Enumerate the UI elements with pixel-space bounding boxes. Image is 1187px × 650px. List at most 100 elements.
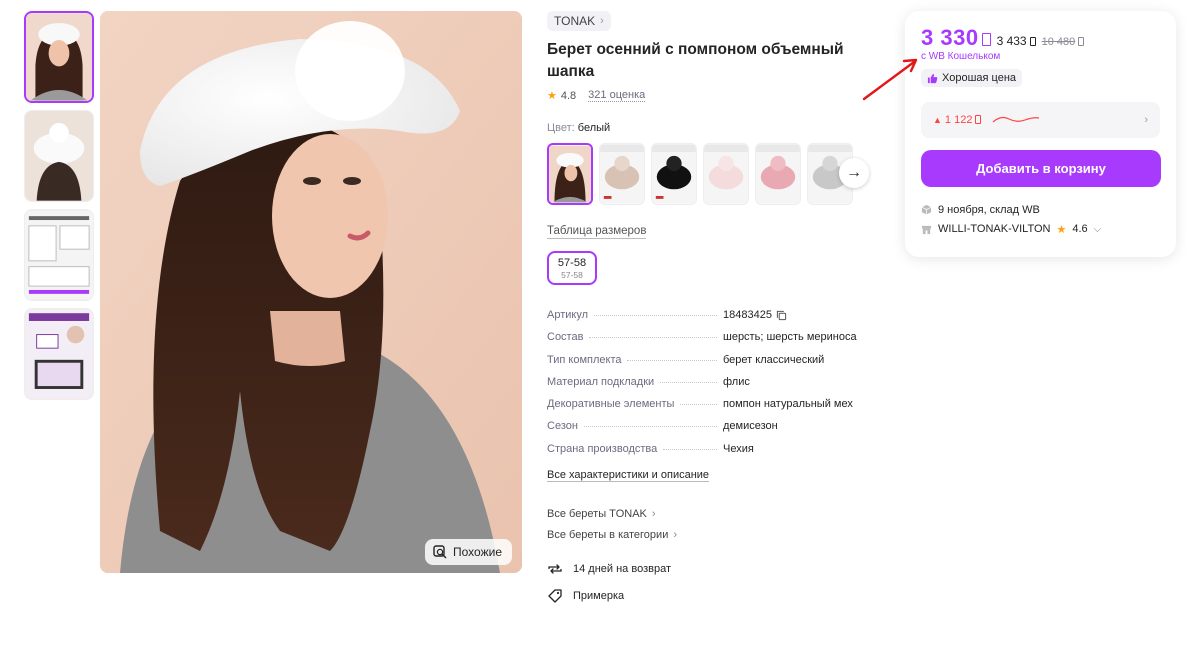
spec-row: Декоративные элементы помпон натуральный… [547, 398, 887, 420]
add-to-cart-button[interactable]: Добавить в корзину [921, 149, 1161, 187]
good-price-label: Хорошая цена [942, 72, 1017, 84]
brand-name: TONAK [554, 14, 596, 28]
thumbnail-photo-back [25, 111, 93, 201]
returns-label: 14 дней на возврат [573, 563, 671, 576]
product-photo [100, 11, 522, 573]
swatch-black[interactable] [651, 143, 697, 205]
triangle-up-icon: ▲ [933, 114, 942, 125]
currency-icon [975, 115, 982, 124]
product-title: Берет осенний с помпоном объемный шапка [547, 41, 844, 80]
spec-value: берет классический [723, 353, 825, 366]
current-price: 3 330 [921, 25, 991, 51]
spec-row: Страна производства Чехия [547, 443, 887, 465]
tag-icon [548, 589, 562, 603]
category-berets-link[interactable]: Все береты в категории › [547, 529, 887, 541]
spec-value: 18483425 [723, 309, 787, 321]
thumbnail-photo-model [26, 13, 92, 101]
swatches-next-button[interactable]: → [839, 158, 869, 188]
swatch-photo-white [549, 145, 591, 203]
thumbnail-promo [25, 309, 93, 399]
wallet-note[interactable]: с WB Кошельком [921, 51, 1160, 62]
search-similar-icon [433, 545, 447, 559]
delivery-info: 9 ноября, склад WB [921, 204, 1160, 216]
rating-row: ★ 4.8 321 оценка [547, 89, 887, 102]
thumbnail-1[interactable] [24, 11, 94, 103]
swatch-photo-pink [756, 144, 800, 204]
arrow-right-icon: → [846, 164, 862, 181]
price-trend-sparkline [993, 116, 1040, 122]
brand-link[interactable]: TONAK › [547, 11, 611, 31]
price-increase-value: 1 122 [944, 113, 973, 126]
thumbnail-size-chart [25, 210, 93, 300]
buy-box: 3 330 3 433 10 480 с WB Кошельком Хороша… [905, 11, 1176, 257]
product-info: TONAK › Берет осенний с помпоном объемны… [547, 11, 887, 604]
copy-icon[interactable] [776, 310, 787, 321]
thumbnail-4[interactable] [24, 308, 94, 400]
reviews-link[interactable]: 321 оценка [588, 89, 646, 102]
seller-name: WILLI-TONAK-VILTON [938, 223, 1051, 235]
seller-info[interactable]: WILLI-TONAK-VILTON ★ 4.6 ⌵ [921, 223, 1160, 236]
spec-value: помпон натуральный мех [723, 398, 853, 411]
fitting-label: Примерка [573, 590, 625, 603]
spec-key: Декоративные элементы [547, 398, 723, 410]
return-arrows-icon [548, 564, 562, 574]
chevron-right-icon: › [673, 529, 678, 542]
color-value: белый [577, 122, 611, 134]
gallery-thumbnails [24, 11, 94, 407]
product-rating: 4.8 [560, 89, 577, 102]
spec-value: флис [723, 375, 750, 388]
price-row: 3 330 3 433 10 480 [921, 25, 1160, 51]
similar-button[interactable]: Похожие [425, 539, 512, 565]
swatch-pink[interactable] [755, 143, 801, 205]
spec-row: Артикул 18483425 [547, 309, 887, 331]
category-berets-label: Все береты в категории [547, 529, 669, 542]
spec-row: Сезон демисезон [547, 420, 887, 442]
spec-row: Тип комплекта берет классический [547, 354, 887, 376]
returns-feature: 14 дней на возврат [547, 561, 887, 577]
spec-row: Материал подкладки флис [547, 376, 887, 398]
fitting-feature: Примерка [547, 588, 887, 604]
seller-rating: 4.6 [1072, 223, 1088, 235]
size-option-sublabel: 57-58 [561, 269, 583, 280]
price-without-wallet: 3 433 [997, 34, 1036, 48]
swatch-beige[interactable] [599, 143, 645, 205]
spec-key: Страна производства [547, 443, 723, 455]
main-product-image[interactable]: Похожие [100, 11, 522, 573]
spec-value: демисезон [723, 420, 778, 433]
size-table-link[interactable]: Таблица размеров [547, 225, 647, 239]
chevron-down-icon[interactable]: ⌵ [1094, 224, 1102, 235]
spec-key: Тип комплекта [547, 354, 723, 366]
all-specs-link[interactable]: Все характеристики и описание [547, 469, 710, 483]
thumbnail-2[interactable] [24, 110, 94, 202]
color-swatches: → [547, 143, 887, 205]
size-option-label: 57-58 [557, 256, 587, 269]
star-icon: ★ [547, 90, 557, 102]
color-label: Цвет: белый [547, 122, 887, 134]
spec-key: Сезон [547, 420, 723, 432]
thumbnail-3[interactable] [24, 209, 94, 301]
spec-row: Состав шерсть; шерсть мериноса [547, 331, 887, 353]
thumbs-up-icon [927, 73, 938, 83]
brand-berets-link[interactable]: Все береты TONAK › [547, 508, 887, 520]
brand-berets-label: Все береты TONAK [547, 508, 647, 521]
price-change-row[interactable]: ▲ 1 122 › [921, 101, 1160, 138]
spec-value: Чехия [723, 442, 754, 455]
color-label-key: Цвет: [547, 122, 575, 134]
spec-key: Материал подкладки [547, 376, 723, 388]
delivery-label: 9 ноября, склад WB [938, 203, 1040, 216]
old-price: 10 480 [1042, 36, 1085, 48]
currency-icon [1078, 37, 1085, 46]
swatch-photo-beige [600, 144, 644, 204]
spec-value: шерсть; шерсть мериноса [723, 331, 857, 344]
article-number: 18483425 [723, 309, 772, 321]
chevron-right-icon: › [600, 15, 604, 27]
good-price-badge: Хорошая цена [921, 69, 1023, 87]
swatch-light-pink[interactable] [703, 143, 749, 205]
currency-icon [981, 33, 991, 46]
size-option[interactable]: 57-58 57-58 [547, 251, 597, 285]
swatch-white[interactable] [547, 143, 593, 205]
star-icon: ★ [1056, 223, 1067, 236]
box-icon [921, 204, 932, 215]
chevron-right-icon: › [651, 508, 656, 521]
spec-key: Состав [547, 331, 723, 343]
